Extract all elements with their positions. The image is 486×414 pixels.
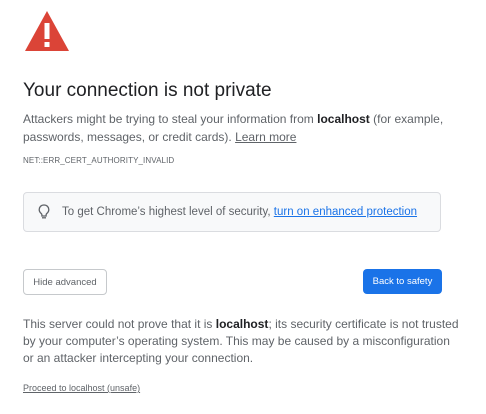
main-message-prefix: Attackers might be trying to steal your … <box>23 112 318 126</box>
details-prefix: This server could not prove that it is <box>23 317 216 331</box>
proceed-unsafe-link[interactable]: Proceed to localhost (unsafe) <box>23 383 140 393</box>
warning-triangle-icon <box>25 11 69 51</box>
enhanced-protection-prefix: To get Chrome’s highest level of securit… <box>62 206 274 218</box>
learn-more-link[interactable]: Learn more <box>235 130 296 144</box>
details-host: localhost <box>215 317 269 331</box>
back-to-safety-button[interactable]: Back to safety <box>363 269 442 294</box>
enhanced-protection-banner: To get Chrome’s highest level of securit… <box>23 192 441 232</box>
details-message: This server could not prove that it is l… <box>23 316 463 367</box>
page-title: Your connection is not private <box>23 80 272 101</box>
main-message: Attackers might be trying to steal your … <box>23 110 463 146</box>
enhanced-protection-link[interactable]: turn on enhanced protection <box>274 206 417 218</box>
lightbulb-icon <box>38 204 50 219</box>
main-message-host: localhost <box>317 112 370 126</box>
hide-advanced-button[interactable]: Hide advanced <box>23 269 107 295</box>
error-code: NET::ERR_CERT_AUTHORITY_INVALID <box>23 156 175 165</box>
enhanced-protection-text: To get Chrome’s highest level of securit… <box>62 206 417 218</box>
interstitial-page: Your connection is not private Attackers… <box>0 0 486 414</box>
